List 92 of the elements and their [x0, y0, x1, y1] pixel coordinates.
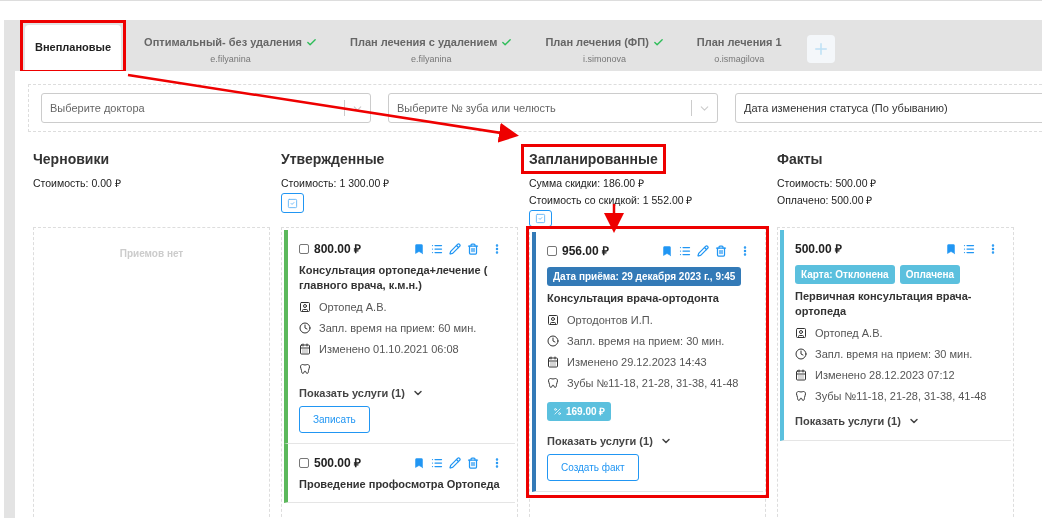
column-stat: Стоимость: 1 300.00 ₽ [281, 176, 391, 191]
bookmark-icon[interactable] [661, 245, 673, 257]
column-title: Утвержденные [281, 149, 385, 168]
doctor-name: Ортодонтов И.П. [567, 313, 653, 327]
show-services-toggle[interactable]: Показать услуги (1) [547, 433, 672, 450]
changed-date: Изменено 01.10.2021 06:08 [319, 342, 459, 356]
price: 800.00 ₽ [314, 241, 362, 258]
column-stat: Стоимость: 500.00 ₽ [777, 176, 878, 191]
plan-tab[interactable]: Внеплановые [25, 25, 122, 70]
clock-icon [795, 348, 807, 360]
tab-label: План лечения с удалением [350, 35, 498, 50]
status-badge: Оплачена [899, 265, 961, 284]
list-icon[interactable] [431, 243, 443, 255]
tab-label: План лечения 1 [696, 35, 782, 50]
price: 956.00 ₽ [562, 243, 610, 260]
action-button[interactable]: Создать факт [547, 453, 639, 481]
action-button[interactable]: Записать [299, 405, 370, 433]
check-icon [501, 36, 513, 48]
price: 500.00 ₽ [314, 454, 362, 472]
price: 500.00 ₽ [795, 241, 843, 258]
status-badge: Дата приёма: 29 декабря 2023 г., 9:45 [547, 267, 742, 286]
list-icon[interactable] [679, 245, 691, 257]
list-icon[interactable] [431, 456, 443, 469]
tooth-icon [795, 390, 807, 402]
clock-icon [299, 322, 311, 334]
tab-label: Оптимальный- без удаления [144, 35, 302, 50]
checkbox-icon [287, 197, 298, 209]
plan-tab[interactable]: План лечения 1 o.ismagilova [686, 26, 792, 71]
filter-select[interactable]: Выберите № зуба или челюсть [388, 93, 718, 123]
plan-tab[interactable]: План лечения (ФП) i.simonova [535, 26, 674, 71]
select-all-button[interactable] [281, 193, 304, 213]
planned-time: Запл. время на прием: 30 мин. [567, 334, 725, 348]
doctor-name: Ортопед А.В. [319, 300, 387, 314]
calendar-icon [795, 369, 807, 381]
tab-author: e.filyanina [210, 52, 251, 66]
tab-author: i.simonova [583, 52, 627, 66]
show-services-toggle[interactable]: Показать услуги (1) [299, 385, 424, 402]
column-stat: Оплачено: 500.00 ₽ [777, 193, 874, 208]
pencil-icon[interactable] [697, 245, 709, 257]
bookmark-icon[interactable] [413, 243, 425, 255]
card-checkbox[interactable] [299, 244, 309, 254]
service-title: Проведение профосмотра Ортопеда [299, 476, 501, 492]
filter-select[interactable]: Дата изменения статуса (По убыванию) [735, 93, 1042, 123]
changed-date: Изменено 29.12.2023 14:43 [567, 355, 707, 369]
doctor-icon [547, 314, 559, 326]
teeth-list: Зубы №11-18, 21-28, 31-38, 41-48 [567, 376, 739, 390]
column-title: Запланированные [529, 149, 658, 168]
service-title: Консультация ортопеда+лечение ( главного врача, к.м.н.) [299, 263, 489, 293]
changed-date: Изменено 28.12.2023 07:12 [815, 368, 955, 382]
pencil-icon[interactable] [449, 243, 461, 255]
bookmark-icon[interactable] [413, 456, 425, 469]
column-title: Факты [777, 149, 823, 168]
clock-icon [547, 335, 559, 347]
column-stat: Стоимость со скидкой: 1 552.00 ₽ [529, 193, 694, 208]
status-badge: Карта: Отклонена [795, 265, 895, 284]
teeth-list: Зубы №11-18, 21-28, 31-38, 41-48 [815, 389, 987, 403]
pencil-icon[interactable] [449, 456, 461, 469]
trash-icon[interactable] [715, 245, 727, 257]
calendar-icon [299, 343, 311, 355]
show-services-toggle[interactable]: Показать услуги (1) [795, 413, 920, 430]
select-all-button[interactable] [529, 210, 552, 227]
calendar-icon [547, 356, 559, 368]
percent-icon [553, 407, 562, 416]
tab-author: e.filyanina [410, 52, 452, 66]
column-stat: Сумма скидки: 186.00 ₽ [529, 176, 646, 191]
checkbox-icon [535, 213, 546, 224]
trash-icon[interactable] [467, 243, 479, 255]
discount-badge: 169.00 ₽ [547, 402, 612, 421]
plan-tab[interactable]: Оптимальный- без удаления e.filyanina [134, 26, 327, 71]
planned-time: Запл. время на прием: 60 мин. [319, 321, 477, 335]
plan-tab[interactable]: План лечения с удалением e.filyanina [340, 26, 523, 71]
tab-label: План лечения (ФП) [545, 35, 649, 50]
list-icon[interactable] [963, 243, 975, 255]
service-title: Первичная консультация врача-ортопеда [795, 289, 973, 319]
check-icon [306, 36, 317, 48]
trash-icon[interactable] [467, 456, 479, 469]
column-stat: Стоимость: 0.00 ₽ [33, 176, 122, 191]
check-icon [652, 36, 664, 48]
service-title: Консультация врача-ортодонта [547, 291, 720, 306]
tab-label: Внеплановые [35, 40, 112, 56]
card-checkbox[interactable] [547, 246, 557, 256]
tooth-icon [547, 377, 559, 389]
tooth-icon [299, 363, 311, 375]
doctor-icon [299, 301, 311, 313]
filter-select[interactable]: Выберите доктора [41, 93, 371, 123]
planned-time: Запл. время на прием: 30 мин. [815, 347, 973, 361]
doctor-name: Ортопед А.В. [815, 326, 883, 340]
tab-author: o.ismagilova [714, 52, 765, 66]
card-checkbox[interactable] [299, 457, 309, 468]
column-title: Черновики [33, 149, 109, 168]
bookmark-icon[interactable] [945, 243, 957, 255]
doctor-icon [795, 327, 807, 339]
